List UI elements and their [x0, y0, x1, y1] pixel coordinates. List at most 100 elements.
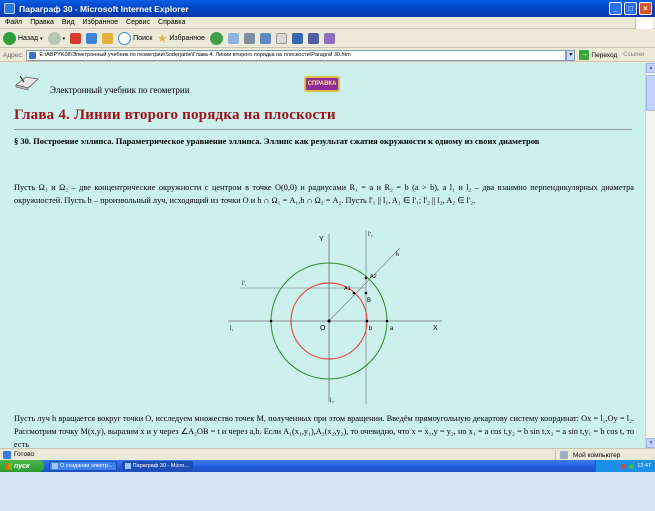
maximize-button[interactable]: □ [624, 2, 637, 15]
home-icon[interactable] [102, 33, 114, 44]
zone-text: Мой компьютер [573, 451, 621, 459]
toolbar: Назад ▾ ▾ Поиск ★ Избранное [0, 30, 655, 48]
forward-arrow-icon [47, 32, 61, 45]
go-button[interactable]: → Переход [579, 50, 617, 60]
ie-icon [4, 3, 15, 14]
research-icon[interactable] [323, 33, 335, 44]
taskbar: пуск О создании электр... Параграф 30 - … [0, 460, 655, 472]
section-title: § 30. Построение эллипса. Параметрическо… [14, 136, 540, 146]
security-zone: Мой компьютер [555, 450, 620, 460]
address-bar: Адрес: E:\ABPYK08\Электронный учебник по… [0, 49, 655, 62]
page-icon [29, 51, 37, 59]
status-bar: Готово Мой компьютер [0, 448, 655, 460]
point-o [327, 319, 331, 323]
edit-icon[interactable] [259, 33, 271, 44]
menu-favorites[interactable]: Избранное [83, 19, 118, 26]
menu-view[interactable]: Вид [62, 19, 75, 26]
point-left-axis [269, 319, 273, 323]
paragraph-intro: Пусть Ω₁ и Ω₂ – две концентрические окру… [14, 183, 634, 205]
point-b [364, 291, 368, 295]
taskbar-area: пуск О создании электр... Параграф 30 - … [0, 460, 655, 511]
l1-prime-label: l'₁ [242, 281, 247, 287]
status-text: Готово [14, 451, 35, 458]
taskbar-item-label: О создании электр... [60, 463, 113, 469]
paragraph-rotation: Пусть луч h вращается вокруг точки O, ис… [14, 414, 634, 448]
book-icon [15, 75, 39, 91]
discuss-icon[interactable] [275, 33, 287, 44]
l2-prime-label: l'₂ [368, 232, 373, 238]
refresh-icon[interactable] [86, 33, 98, 44]
scroll-thumb[interactable] [646, 75, 655, 111]
page-done-icon [3, 450, 11, 459]
address-label: Адрес: [3, 51, 24, 59]
back-label: Назад [18, 35, 39, 42]
ellipse-construction-figure: Y X O l₁ l₂ l'₁ l'₂ h A1 A2 B b a [228, 230, 442, 404]
history-icon[interactable] [209, 32, 223, 45]
start-button[interactable]: пуск [0, 460, 44, 472]
point-b-axis [365, 319, 369, 323]
window-controls: _ □ × [609, 2, 652, 15]
menu-bar: Файл Правка Вид Избранное Сервис Справка [0, 17, 655, 29]
word-icon[interactable] [291, 33, 303, 44]
menu-file[interactable]: Файл [5, 19, 22, 26]
address-value: E:\ABPYK08\Электронный учебник по геомет… [39, 51, 351, 58]
favorites-button[interactable]: ★ Избранное [158, 32, 205, 45]
h-label: h [396, 252, 399, 258]
windows-logo-icon [635, 17, 653, 29]
ie-icon [124, 463, 131, 469]
clock: 13:47 [637, 463, 651, 469]
help-button[interactable]: СПРАВКА [304, 76, 340, 92]
scroll-down-button[interactable]: ▼ [646, 438, 655, 448]
stop-icon[interactable] [70, 33, 82, 44]
print-icon[interactable] [243, 33, 255, 44]
b-point-label: B [367, 298, 371, 304]
window-title: Параграф 30 - Microsoft Internet Explore… [19, 3, 189, 14]
a2-label: A2 [370, 274, 377, 280]
go-label: Переход [591, 51, 618, 59]
menu-edit[interactable]: Правка [30, 19, 54, 26]
minimize-button[interactable]: _ [609, 2, 622, 15]
page-content: Электронный учебник по геометрии СПРАВКА… [0, 63, 645, 448]
search-label: Поиск [133, 35, 153, 42]
chapter-title: Глава 4. Линии второго порядка на плоско… [14, 107, 336, 123]
address-input[interactable]: E:\ABPYK08\Электронный учебник по геомет… [26, 49, 567, 61]
menu-help[interactable]: Справка [158, 19, 185, 26]
search-icon [118, 32, 132, 45]
mail-icon[interactable] [227, 33, 239, 44]
tray-icon[interactable] [621, 463, 627, 469]
chevron-down-icon: ▾ [62, 35, 66, 42]
messenger-icon[interactable] [307, 33, 319, 44]
links-button[interactable]: Ссылки [623, 52, 644, 58]
y-axis-label: Y [319, 236, 324, 243]
menu-tools[interactable]: Сервис [126, 19, 150, 26]
title-bar: Параграф 30 - Microsoft Internet Explore… [0, 0, 655, 17]
tray-icon[interactable] [629, 463, 635, 469]
a-axis-label: a [390, 326, 394, 332]
vertical-scrollbar[interactable]: ▲ ▼ [645, 63, 655, 448]
back-arrow-icon [3, 32, 16, 45]
close-button[interactable]: × [639, 2, 652, 15]
point-a-axis [385, 319, 389, 323]
taskbar-item-ie[interactable]: Параграф 30 - Micro... [121, 461, 193, 471]
book-title: Электронный учебник по геометрии [50, 85, 190, 95]
back-button[interactable]: Назад ▾ [3, 32, 43, 45]
l2-label: l₂ [330, 398, 334, 404]
computer-icon [560, 451, 568, 459]
divider [14, 129, 632, 130]
origin-label: O [320, 325, 326, 332]
search-button[interactable]: Поиск [118, 32, 153, 45]
chevron-down-icon: ▾ [40, 35, 43, 42]
favorites-label: Избранное [169, 35, 205, 42]
taskbar-item-doc[interactable]: О создании электр... [49, 461, 117, 471]
l1-label: l₁ [230, 326, 234, 332]
scroll-up-button[interactable]: ▲ [646, 63, 655, 73]
forward-button[interactable]: ▾ [47, 32, 66, 45]
taskbar-item-label: Параграф 30 - Micro... [132, 463, 189, 469]
point-a2 [364, 276, 368, 280]
go-arrow-icon: → [579, 50, 590, 60]
point-a1 [352, 291, 356, 295]
x-axis-label: X [433, 325, 438, 332]
address-dropdown-button[interactable]: ▾ [566, 49, 576, 61]
b-axis-label: b [369, 326, 373, 332]
document-icon [52, 463, 58, 469]
